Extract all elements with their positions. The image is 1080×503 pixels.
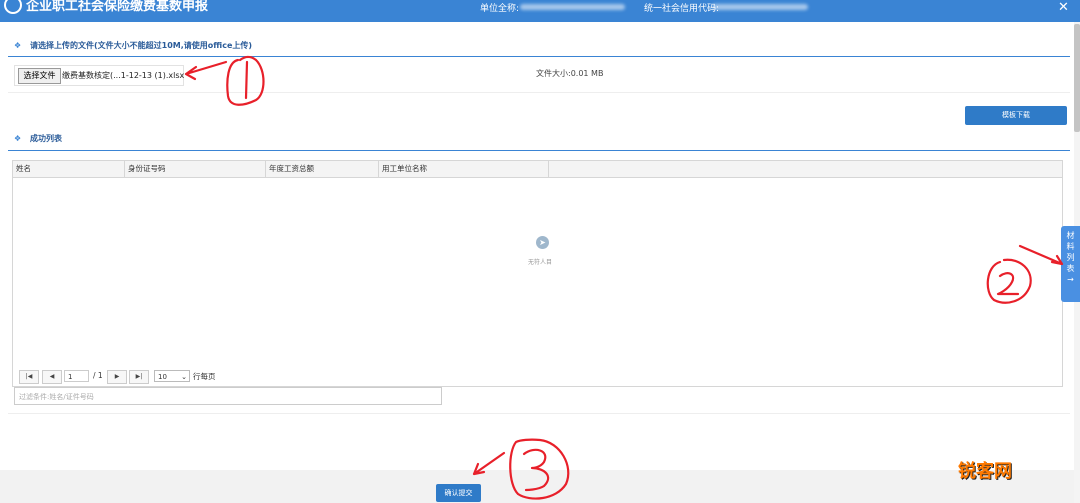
unit-name-redacted (520, 4, 625, 10)
annotation-arrow-1 (184, 60, 228, 81)
column-header-employer[interactable]: 用工单位名称 (379, 161, 549, 177)
confirm-submit-button[interactable]: 确认提交 (436, 484, 481, 502)
divider (8, 92, 1070, 93)
chevron-down-icon: ⌄ (181, 373, 187, 381)
divider (8, 413, 1070, 414)
choose-file-button[interactable]: 选择文件 (18, 68, 61, 84)
filter-input[interactable]: 过滤条件:姓名/证件号码 (14, 387, 442, 405)
credit-code-label: 统一社会信用代码: (644, 4, 720, 14)
material-list-tab[interactable]: 材 料 列 表 → (1061, 226, 1080, 302)
column-header-name[interactable]: 姓名 (13, 161, 125, 177)
diamond-icon: ❖ (14, 41, 22, 50)
footer-bar (0, 470, 1080, 503)
scrollbar-thumb[interactable] (1074, 24, 1080, 132)
arrow-right-icon: → (1067, 275, 1074, 284)
side-tab-char: 列 (1066, 253, 1075, 262)
column-header-annual-salary[interactable]: 年度工资总额 (266, 161, 379, 177)
page-number-input[interactable]: 1 (64, 370, 89, 382)
title-bar: 企业职工社会保险缴费基数申报 单位全称: 统一社会信用代码: ✕ (0, 0, 1080, 22)
unit-name-label: 单位全称: (480, 4, 520, 14)
total-pages-text: / 1 (93, 371, 103, 380)
empty-state-icon: ➤ (536, 236, 549, 249)
file-size-text: 文件大小:0.01 MB (536, 69, 604, 78)
side-tab-char: 材 (1066, 231, 1075, 240)
app-logo-icon (4, 0, 22, 14)
success-section-title: ❖ 成功列表 (14, 134, 62, 143)
page-title: 企业职工社会保险缴费基数申报 (26, 0, 209, 14)
section-divider (8, 150, 1070, 151)
next-page-button[interactable]: ▶ (107, 370, 127, 384)
page-size-value: 10 (158, 373, 167, 381)
side-tab-char: 料 (1066, 242, 1075, 251)
credit-code-redacted (712, 4, 808, 10)
watermark-logo: 锐客网 (958, 461, 1012, 482)
page-size-select[interactable]: 10 ⌄ (154, 370, 190, 382)
per-page-label: 行每页 (193, 372, 216, 381)
selected-file-name: 缴费基数核定(...1-12-13 (1).xlsx (62, 71, 185, 80)
diamond-icon: ❖ (14, 134, 22, 143)
template-download-button[interactable]: 模板下载 (965, 106, 1067, 125)
table-header: 姓名 身份证号码 年度工资总额 用工单位名称 (13, 161, 1062, 178)
empty-state-text: 无符人目 (528, 259, 553, 266)
section-divider (8, 56, 1070, 57)
first-page-button[interactable]: |◀ (19, 370, 39, 384)
success-table: 姓名 身份证号码 年度工资总额 用工单位名称 ➤ 无符人目 |◀ ◀ 1 / 1… (12, 160, 1063, 387)
upload-section-title: ❖ 请选择上传的文件(文件大小不能超过10M,请使用office上传) (14, 41, 253, 50)
close-icon[interactable]: ✕ (1058, 0, 1069, 15)
column-header-id-number[interactable]: 身份证号码 (125, 161, 266, 177)
prev-page-button[interactable]: ◀ (42, 370, 62, 384)
annotation-number-1 (226, 55, 265, 106)
last-page-button[interactable]: ▶| (129, 370, 149, 384)
side-tab-char: 表 (1066, 264, 1075, 273)
